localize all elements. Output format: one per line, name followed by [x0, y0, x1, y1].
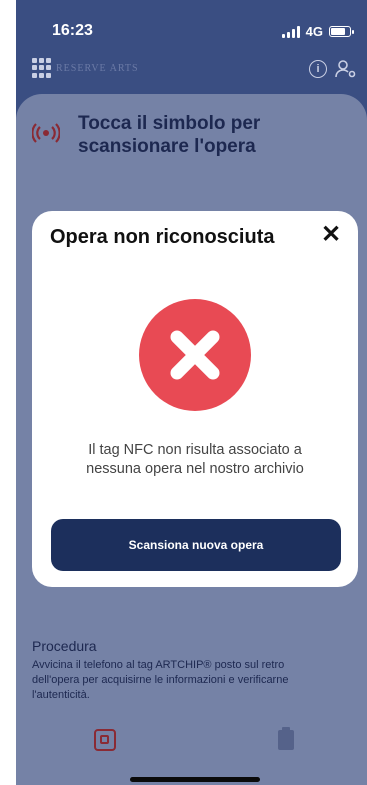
procedure-title: Procedura — [32, 638, 97, 654]
battery-icon — [329, 26, 354, 37]
signal-icon — [281, 25, 300, 38]
status-time: 16:23 — [52, 22, 93, 39]
scan-title: Tocca il simbolo per scansionare l'opera — [78, 113, 261, 157]
info-icon[interactable]: i — [309, 60, 327, 78]
error-icon — [139, 299, 251, 411]
status-bar: 16:23 4G — [16, 0, 367, 52]
dialog-title: Opera non riconosciuta — [50, 226, 275, 248]
user-settings-icon[interactable] — [335, 59, 357, 79]
archive-tab-icon[interactable] — [278, 727, 294, 750]
app-header: RESERVE ARTS i — [16, 52, 367, 92]
nfc-icon[interactable] — [32, 122, 60, 144]
status-indicators: 4G — [281, 24, 354, 39]
app-logo: RESERVE ARTS — [56, 63, 139, 74]
network-type: 4G — [305, 24, 323, 39]
error-message: Il tag NFC non risulta associato a nessu… — [86, 442, 304, 477]
home-indicator[interactable] — [130, 777, 260, 782]
scan-tab-icon[interactable] — [94, 729, 116, 751]
procedure-text: Avvicina il telefono al tag ARTCHIP® pos… — [32, 659, 289, 701]
grid-icon[interactable] — [32, 58, 52, 78]
phone-screen: 16:23 4G RESERVE ARTS i Tocca il simbolo… — [16, 0, 367, 785]
close-icon[interactable]: ✕ — [318, 221, 344, 248]
scan-new-artwork-button[interactable]: Scansiona nuova opera — [51, 519, 341, 571]
error-dialog: Opera non riconosciuta ✕ Il tag NFC non … — [32, 211, 358, 587]
